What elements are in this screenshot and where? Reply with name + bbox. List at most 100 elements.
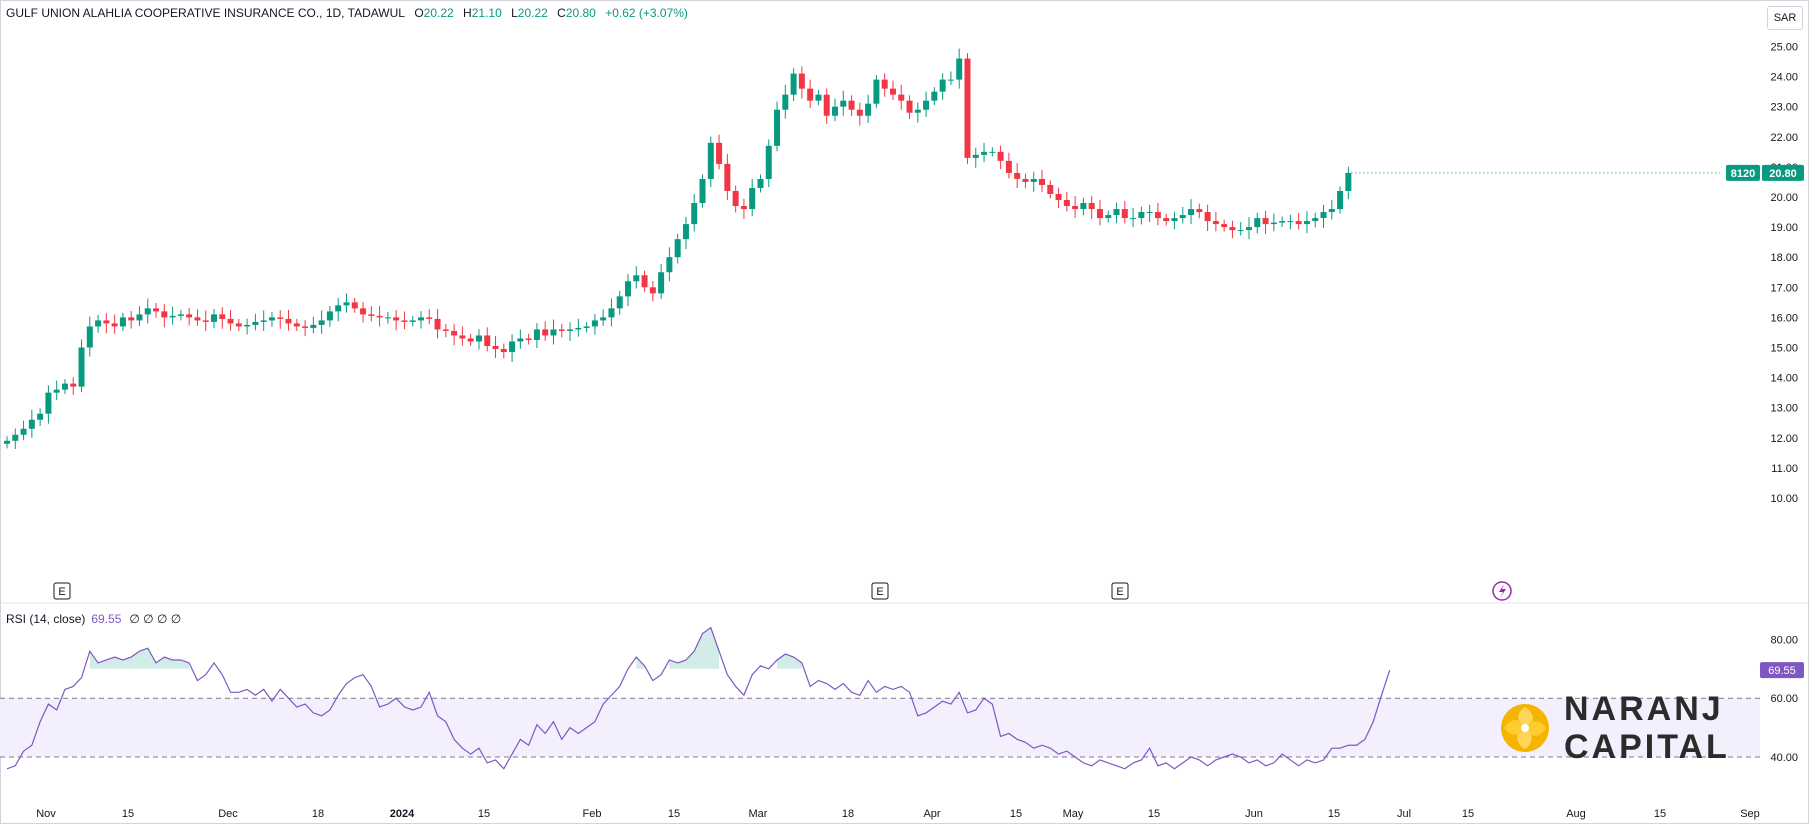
time-axis-label: 15 bbox=[478, 808, 490, 820]
candle bbox=[302, 320, 309, 337]
candle-body bbox=[832, 106, 838, 116]
candle bbox=[1022, 173, 1029, 189]
candle bbox=[95, 314, 102, 333]
candle bbox=[335, 298, 342, 322]
candle-body bbox=[567, 329, 574, 331]
candle-body bbox=[1229, 227, 1236, 231]
candle-body bbox=[649, 287, 656, 294]
candle-body bbox=[1312, 218, 1319, 222]
currency-button[interactable]: SAR bbox=[1767, 6, 1803, 30]
candle bbox=[914, 102, 921, 123]
candle-body bbox=[674, 239, 681, 258]
candle bbox=[384, 311, 391, 324]
candle bbox=[1287, 214, 1294, 230]
candle bbox=[956, 48, 963, 89]
candle bbox=[144, 298, 151, 324]
time-axis-label: 15 bbox=[1462, 808, 1474, 820]
candle bbox=[103, 313, 110, 334]
low-label: L bbox=[511, 6, 518, 20]
candle-body bbox=[1204, 212, 1211, 222]
candle bbox=[186, 308, 193, 326]
time-axis-label: 15 bbox=[1010, 808, 1022, 820]
candle bbox=[583, 321, 590, 333]
candle-body bbox=[1212, 221, 1219, 225]
candle-body bbox=[840, 100, 847, 107]
earnings-badge-label: E bbox=[876, 586, 883, 598]
candle-body bbox=[1005, 160, 1012, 173]
candle bbox=[70, 377, 77, 395]
candle bbox=[591, 314, 598, 335]
candle-body bbox=[997, 151, 1004, 161]
candle bbox=[666, 247, 673, 282]
candle bbox=[1262, 210, 1269, 235]
candle bbox=[616, 290, 623, 315]
symbol-title: GULF UNION ALAHLIA COOPERATIVE INSURANCE… bbox=[6, 6, 405, 20]
candle bbox=[86, 316, 93, 357]
candle bbox=[1246, 217, 1252, 240]
candle-body bbox=[1303, 221, 1310, 225]
candle-body bbox=[70, 383, 77, 387]
candle bbox=[202, 310, 209, 331]
candle-body bbox=[153, 308, 160, 312]
candle-body bbox=[260, 320, 267, 322]
candle bbox=[268, 311, 275, 327]
candle bbox=[1154, 203, 1161, 226]
candle bbox=[981, 142, 988, 163]
candle-body bbox=[1063, 200, 1070, 207]
candle bbox=[1237, 221, 1244, 236]
time-axis-label: 15 bbox=[1328, 808, 1340, 820]
candle-body bbox=[360, 308, 367, 315]
candle bbox=[1088, 195, 1095, 219]
earnings-badge-label: E bbox=[58, 586, 65, 598]
open-value: 20.22 bbox=[423, 6, 454, 20]
rsi-overbought-fill bbox=[777, 654, 802, 669]
time-axis-label: 15 bbox=[122, 808, 134, 820]
candle-body bbox=[335, 305, 342, 312]
candle bbox=[558, 324, 565, 338]
candle bbox=[244, 318, 251, 335]
candle bbox=[1055, 187, 1062, 209]
candle-body bbox=[1113, 209, 1120, 216]
candle bbox=[1121, 200, 1128, 224]
candle bbox=[343, 293, 350, 313]
time-axis-label: 15 bbox=[668, 808, 680, 820]
candle bbox=[1039, 169, 1045, 193]
candle-body bbox=[1295, 221, 1302, 225]
candle bbox=[1005, 152, 1012, 179]
rsi-axis-label: 60.00 bbox=[1770, 693, 1798, 705]
price-axis-label: 16.00 bbox=[1770, 312, 1798, 324]
candle-body bbox=[956, 58, 963, 80]
candle bbox=[78, 339, 85, 393]
candle-body bbox=[1030, 178, 1037, 182]
rsi-blank-values: ∅ ∅ ∅ ∅ bbox=[129, 612, 182, 626]
candle-body bbox=[326, 311, 333, 321]
candle bbox=[567, 322, 574, 341]
candle-body bbox=[740, 206, 747, 210]
candle-body bbox=[591, 320, 598, 327]
low-value: 20.22 bbox=[517, 6, 548, 20]
candle-body bbox=[393, 317, 400, 321]
price-axis-label: 20.00 bbox=[1770, 192, 1798, 204]
candle bbox=[136, 306, 143, 326]
candle-body bbox=[964, 58, 971, 158]
candle-body bbox=[633, 275, 640, 282]
candle bbox=[1163, 213, 1170, 226]
candle-body bbox=[409, 320, 416, 322]
candle-body bbox=[1130, 218, 1137, 220]
candle bbox=[1179, 206, 1186, 224]
candle bbox=[285, 309, 292, 331]
candle bbox=[658, 264, 665, 299]
candle bbox=[707, 136, 714, 188]
candle bbox=[28, 409, 35, 438]
candle bbox=[947, 71, 954, 86]
price-axis-label: 12.00 bbox=[1770, 433, 1798, 445]
candle-body bbox=[37, 413, 44, 420]
candle-body bbox=[1246, 227, 1252, 231]
candle-body bbox=[161, 311, 168, 318]
price-axis-label: 18.00 bbox=[1770, 252, 1798, 264]
candle bbox=[1146, 204, 1153, 222]
candle bbox=[434, 308, 441, 339]
candle-body bbox=[1337, 190, 1344, 210]
candle-body bbox=[1096, 209, 1103, 219]
candle bbox=[509, 334, 516, 362]
